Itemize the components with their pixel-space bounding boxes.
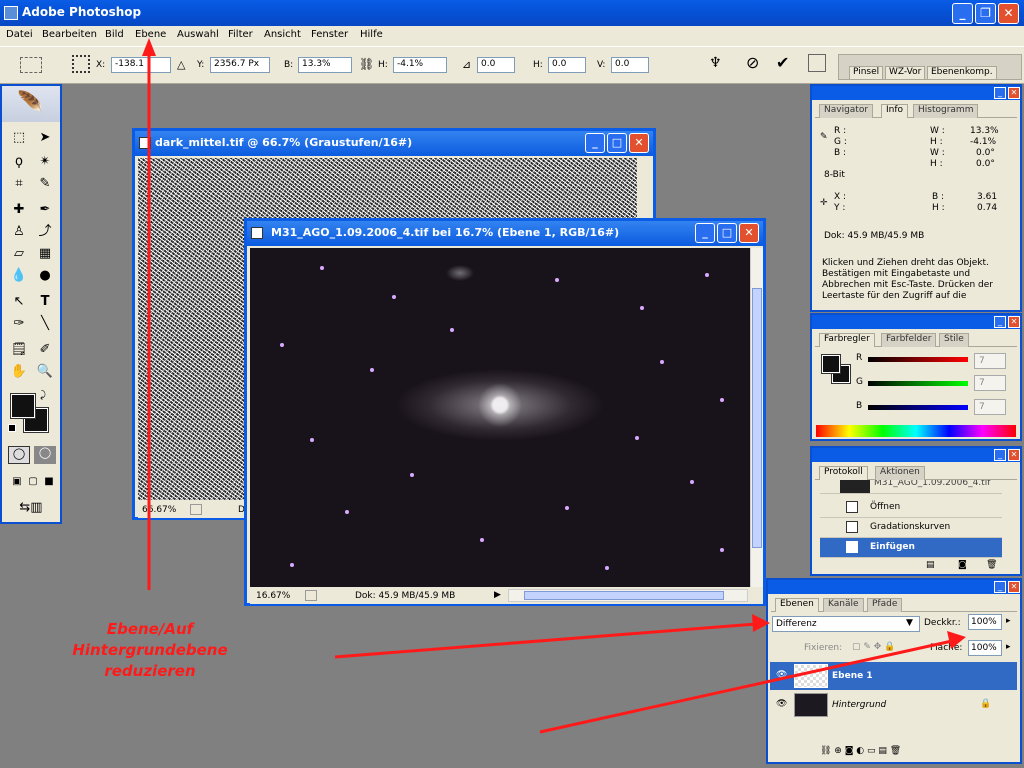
annotation-line-2: Hintergrundebene [72,641,228,659]
arrow-to-opacity [539,639,953,734]
arrowhead-opacity [947,631,966,649]
annotation-line-3: reduzieren [104,662,196,680]
annotation-line-1: Ebene/Auf [106,620,194,638]
arrow-to-blend-mode [334,622,757,659]
arrowhead-ebene-menu [142,38,156,56]
arrowhead-blend-mode [752,614,770,632]
annotation-text: Ebene/Auf Hintergrundebene reduzieren [40,619,260,682]
